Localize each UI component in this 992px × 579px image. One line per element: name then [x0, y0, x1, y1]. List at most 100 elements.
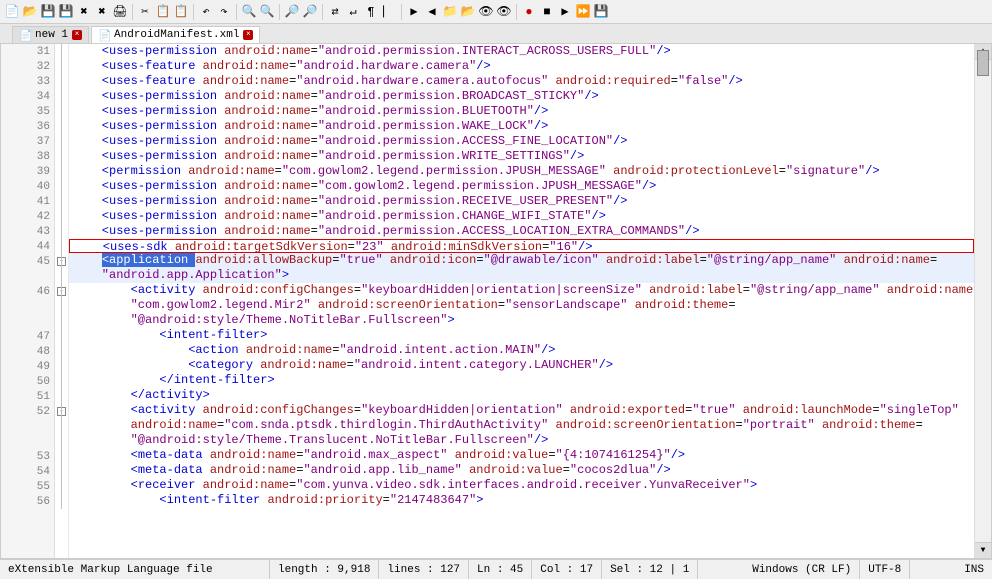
tab-new-1[interactable]: 📄 new 1 ×: [12, 26, 89, 43]
code-line[interactable]: <action android:name="android.intent.act…: [69, 343, 974, 358]
code-line[interactable]: <uses-permission android:name="android.p…: [69, 134, 974, 149]
unfold-icon[interactable]: 📂: [460, 4, 476, 20]
fold-marker: [55, 464, 68, 479]
code-line[interactable]: <uses-permission android:name="android.p…: [69, 194, 974, 209]
redo-icon[interactable]: ↷: [216, 4, 232, 20]
indent-guide-icon[interactable]: ⎸: [381, 4, 397, 20]
code-line[interactable]: <permission android:name="com.gowlom2.le…: [69, 164, 974, 179]
line-number: 48: [1, 344, 54, 359]
code-line[interactable]: <uses-feature android:name="android.hard…: [69, 59, 974, 74]
line-number: 41: [1, 194, 54, 209]
line-number: 40: [1, 179, 54, 194]
indent-icon[interactable]: ▶: [406, 4, 422, 20]
show-all-icon[interactable]: ¶: [363, 4, 379, 20]
fold-marker: [55, 374, 68, 389]
fold-marker: [55, 134, 68, 149]
code-line[interactable]: <meta-data android:name="android.max_asp…: [69, 448, 974, 463]
zoom-out-icon[interactable]: 🔎: [302, 4, 318, 20]
line-number: [1, 314, 54, 329]
code-line[interactable]: <application android:allowBackup="true" …: [69, 253, 974, 268]
save-all-icon[interactable]: 💾: [58, 4, 74, 20]
code-line[interactable]: <uses-permission android:name="android.p…: [69, 104, 974, 119]
code-line[interactable]: "@android:style/Theme.NoTitleBar.Fullscr…: [69, 313, 974, 328]
code-line[interactable]: "@android:style/Theme.Translucent.NoTitl…: [69, 433, 974, 448]
code-line[interactable]: <uses-permission android:name="android.p…: [69, 119, 974, 134]
undo-icon[interactable]: ↶: [198, 4, 214, 20]
status-filetype: eXtensible Markup Language file: [0, 560, 270, 579]
code-line[interactable]: <uses-permission android:name="android.p…: [69, 209, 974, 224]
fold-marker: [55, 209, 68, 224]
line-number: 55: [1, 479, 54, 494]
tab-androidmanifest[interactable]: 📄 AndroidManifest.xml ×: [91, 26, 260, 43]
outdent-icon[interactable]: ◀: [424, 4, 440, 20]
line-number: [1, 434, 54, 449]
save-icon[interactable]: 💾: [40, 4, 56, 20]
code-line[interactable]: <uses-feature android:name="android.hard…: [69, 74, 974, 89]
fold-marker: -: [55, 254, 68, 269]
fold-icon[interactable]: 📁: [442, 4, 458, 20]
code-line[interactable]: <uses-sdk android:targetSdkVersion="23" …: [69, 239, 974, 253]
tab-close-icon[interactable]: ×: [72, 30, 82, 40]
record-icon[interactable]: ●: [521, 4, 537, 20]
line-number: 51: [1, 389, 54, 404]
line-number: [1, 269, 54, 284]
code-line[interactable]: android:name="com.snda.ptsdk.thirdlogin.…: [69, 418, 974, 433]
code-line[interactable]: <uses-permission android:name="android.p…: [69, 44, 974, 59]
status-length: length : 9,918: [270, 560, 379, 579]
fold-marker: [55, 434, 68, 449]
vertical-scrollbar[interactable]: ▲ ▼: [974, 44, 991, 558]
line-number: 44: [1, 239, 54, 254]
file-icon: 📄: [98, 29, 110, 41]
code-area[interactable]: <uses-permission android:name="android.p…: [69, 44, 974, 558]
line-number: 47: [1, 329, 54, 344]
status-selection: Sel : 12 | 1: [602, 560, 698, 579]
fold-marker: [55, 74, 68, 89]
tab-close-icon[interactable]: ×: [243, 30, 253, 40]
code-line[interactable]: <meta-data android:name="android.app.lib…: [69, 463, 974, 478]
close-icon[interactable]: ✖: [76, 4, 92, 20]
copy-icon[interactable]: 📋: [155, 4, 171, 20]
open-icon[interactable]: 📂: [22, 4, 38, 20]
status-encoding: UTF-8: [860, 560, 910, 579]
line-number: 33: [1, 74, 54, 89]
replace-icon[interactable]: 🔍: [259, 4, 275, 20]
code-line[interactable]: <category android:name="android.intent.c…: [69, 358, 974, 373]
code-line[interactable]: <intent-filter android:priority="2147483…: [69, 493, 974, 508]
save-macro-icon[interactable]: 💾: [593, 4, 609, 20]
code-line[interactable]: <receiver android:name="com.yunva.video.…: [69, 478, 974, 493]
code-line[interactable]: <activity android:configChanges="keyboar…: [69, 283, 974, 298]
fast-forward-icon[interactable]: ⏩: [575, 4, 591, 20]
play-icon[interactable]: ▶: [557, 4, 573, 20]
line-number: 45: [1, 254, 54, 269]
paste-icon[interactable]: 📋: [173, 4, 189, 20]
code-line[interactable]: "android.app.Application">: [69, 268, 974, 283]
code-line[interactable]: <activity android:configChanges="keyboar…: [69, 403, 974, 418]
scroll-down-icon[interactable]: ▼: [975, 542, 991, 558]
sync-icon[interactable]: ⇄: [327, 4, 343, 20]
print-icon[interactable]: 🖨: [112, 4, 128, 20]
close-all-icon[interactable]: ✖: [94, 4, 110, 20]
hide-icon[interactable]: 👁: [478, 4, 494, 20]
fold-marker: [55, 44, 68, 59]
find-icon[interactable]: 🔍: [241, 4, 257, 20]
line-number: 53: [1, 449, 54, 464]
code-line[interactable]: </intent-filter>: [69, 373, 974, 388]
code-line[interactable]: <uses-permission android:name="android.p…: [69, 224, 974, 239]
stop-icon[interactable]: ■: [539, 4, 555, 20]
line-number: 54: [1, 464, 54, 479]
new-file-icon[interactable]: 📄: [4, 4, 20, 20]
status-eol: Windows (CR LF): [744, 560, 860, 579]
code-line[interactable]: <intent-filter>: [69, 328, 974, 343]
zoom-in-icon[interactable]: 🔎: [284, 4, 300, 20]
cut-icon[interactable]: ✂: [137, 4, 153, 20]
fold-marker: [55, 194, 68, 209]
fold-marker: -: [55, 404, 68, 419]
wrap-icon[interactable]: ↵: [345, 4, 361, 20]
scroll-thumb[interactable]: [977, 50, 989, 76]
code-line[interactable]: </activity>: [69, 388, 974, 403]
eye-icon[interactable]: 👁: [496, 4, 512, 20]
code-line[interactable]: "com.gowlom2.legend.Mir2" android:screen…: [69, 298, 974, 313]
code-line[interactable]: <uses-permission android:name="android.p…: [69, 149, 974, 164]
code-line[interactable]: <uses-permission android:name="android.p…: [69, 89, 974, 104]
code-line[interactable]: <uses-permission android:name="com.gowlo…: [69, 179, 974, 194]
